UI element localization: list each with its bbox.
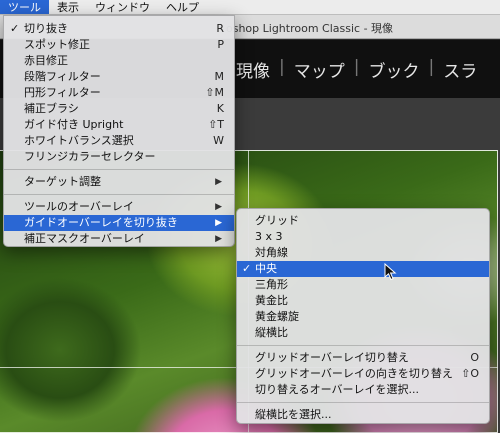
submenu-arrow-icon: ▶ bbox=[215, 218, 222, 228]
submenu-item-aspect-ratios[interactable]: 縦横比 bbox=[237, 325, 489, 341]
submenu-item-center[interactable]: ✓ 中央 bbox=[237, 261, 489, 277]
menu-item-label: スポット修正 bbox=[24, 38, 90, 51]
module-separator: | bbox=[428, 57, 435, 77]
tools-menu: ✓ 切り抜き R スポット修正 P 赤目修正 段階フィルター M 円形フィルター… bbox=[3, 15, 235, 247]
menu-item-target-adjustment[interactable]: ターゲット調整 ▶ bbox=[4, 174, 234, 190]
menu-item-label: 縦横比 bbox=[255, 326, 288, 339]
module-slideshow[interactable]: スラ bbox=[443, 57, 477, 82]
check-icon: ✓ bbox=[242, 262, 252, 275]
menu-item-white-balance[interactable]: ホワイトバランス選択 W bbox=[4, 133, 234, 149]
module-develop[interactable]: 現像 bbox=[236, 57, 270, 82]
mouse-cursor-icon bbox=[384, 263, 397, 281]
shortcut: ⇧T bbox=[208, 118, 224, 131]
menu-item-label: 中央 bbox=[255, 262, 277, 275]
menu-item-fringe-selector[interactable]: フリンジカラーセレクター bbox=[4, 149, 234, 165]
menu-item-graduated-filter[interactable]: 段階フィルター M bbox=[4, 69, 234, 85]
menu-help[interactable]: ヘルプ bbox=[158, 0, 207, 14]
menu-separator bbox=[4, 194, 234, 195]
shortcut: P bbox=[217, 38, 224, 51]
menu-item-label: 三角形 bbox=[255, 278, 288, 291]
menu-window[interactable]: ウィンドウ bbox=[87, 0, 158, 14]
menu-item-guided-upright[interactable]: ガイド付き Upright ⇧T bbox=[4, 117, 234, 133]
shortcut: ⇧O bbox=[461, 367, 479, 380]
shortcut: ⇧M bbox=[205, 86, 224, 99]
menu-item-label: 黄金螺旋 bbox=[255, 310, 299, 323]
menu-tools[interactable]: ツール bbox=[0, 0, 49, 14]
module-separator: | bbox=[353, 57, 360, 77]
shortcut: K bbox=[216, 102, 224, 115]
menu-view[interactable]: 表示 bbox=[49, 0, 87, 14]
menu-item-crop[interactable]: ✓ 切り抜き R bbox=[4, 21, 234, 37]
menu-item-crop-guide-overlay[interactable]: ガイドオーバーレイを切り抜き ▶ bbox=[4, 215, 234, 231]
submenu-item-diagonal[interactable]: 対角線 bbox=[237, 245, 489, 261]
menu-item-label: ガイド付き Upright bbox=[24, 118, 124, 131]
menu-item-label: 切り抜き bbox=[24, 22, 68, 35]
module-separator: | bbox=[279, 57, 285, 77]
module-map[interactable]: マップ bbox=[294, 57, 345, 82]
submenu-item-cycle-orientation[interactable]: グリッドオーバーレイの向きを切り替え ⇧O bbox=[237, 366, 489, 382]
crop-overlay-submenu: グリッド 3 x 3 対角線 ✓ 中央 三角形 黄金比 黄金螺旋 縦横比 グリッ… bbox=[236, 208, 490, 424]
menu-item-adjustment-brush[interactable]: 補正ブラシ K bbox=[4, 101, 234, 117]
menu-item-label: フリンジカラーセレクター bbox=[24, 150, 156, 163]
menu-separator bbox=[237, 402, 489, 403]
shortcut: W bbox=[213, 134, 224, 147]
shortcut: R bbox=[216, 22, 224, 35]
menu-item-label: 縦横比を選択... bbox=[255, 408, 332, 421]
menu-item-label: グリッドオーバーレイの向きを切り替え bbox=[255, 367, 453, 380]
menu-item-radial-filter[interactable]: 円形フィルター ⇧M bbox=[4, 85, 234, 101]
module-book[interactable]: ブック bbox=[368, 57, 419, 82]
menu-item-label: ホワイトバランス選択 bbox=[24, 134, 134, 147]
menu-item-label: 対角線 bbox=[255, 246, 288, 259]
menu-item-label: グリッドオーバーレイ切り替え bbox=[255, 351, 409, 364]
menu-item-label: 円形フィルター bbox=[24, 86, 101, 99]
menu-item-label: 黄金比 bbox=[255, 294, 288, 307]
shortcut: M bbox=[214, 70, 225, 83]
menu-item-label: 補正ブラシ bbox=[24, 102, 79, 115]
menu-separator bbox=[237, 345, 489, 346]
menu-separator bbox=[4, 169, 234, 170]
shortcut: O bbox=[470, 351, 479, 364]
menu-item-mask-overlay[interactable]: 補正マスクオーバーレイ ▶ bbox=[4, 231, 234, 247]
menu-item-label: 3 x 3 bbox=[255, 230, 283, 243]
menu-item-label: ガイドオーバーレイを切り抜き bbox=[24, 216, 178, 229]
menu-item-red-eye[interactable]: 赤目修正 bbox=[4, 53, 234, 69]
submenu-arrow-icon: ▶ bbox=[215, 177, 222, 187]
menu-item-label: 赤目修正 bbox=[24, 54, 68, 67]
submenu-item-thirds[interactable]: 3 x 3 bbox=[237, 229, 489, 245]
menu-item-tool-overlay[interactable]: ツールのオーバーレイ ▶ bbox=[4, 199, 234, 215]
submenu-item-grid[interactable]: グリッド bbox=[237, 213, 489, 229]
menu-item-label: ターゲット調整 bbox=[24, 175, 101, 188]
check-icon: ✓ bbox=[10, 22, 20, 35]
menu-item-spot-removal[interactable]: スポット修正 P bbox=[4, 37, 234, 53]
submenu-item-toggle-grid-overlay[interactable]: グリッドオーバーレイ切り替え O bbox=[237, 350, 489, 366]
menu-item-label: グリッド bbox=[255, 214, 299, 227]
menu-item-label: 補正マスクオーバーレイ bbox=[24, 232, 145, 245]
submenu-item-golden-ratio[interactable]: 黄金比 bbox=[237, 293, 489, 309]
submenu-item-triangle[interactable]: 三角形 bbox=[237, 277, 489, 293]
window-title: oshop Lightroom Classic - 現像 bbox=[226, 22, 394, 35]
submenu-arrow-icon: ▶ bbox=[215, 202, 222, 212]
submenu-arrow-icon: ▶ bbox=[215, 234, 222, 244]
submenu-item-golden-spiral[interactable]: 黄金螺旋 bbox=[237, 309, 489, 325]
submenu-item-choose-aspect-ratios[interactable]: 縦横比を選択... bbox=[237, 407, 489, 423]
menu-item-label: ツールのオーバーレイ bbox=[24, 200, 134, 213]
menu-bar: ツール 表示 ウィンドウ ヘルプ bbox=[0, 0, 500, 15]
menu-item-label: 段階フィルター bbox=[24, 70, 101, 83]
submenu-item-choose-overlays[interactable]: 切り替えるオーバーレイを選択... bbox=[237, 382, 489, 398]
menu-item-label: 切り替えるオーバーレイを選択... bbox=[255, 383, 420, 396]
